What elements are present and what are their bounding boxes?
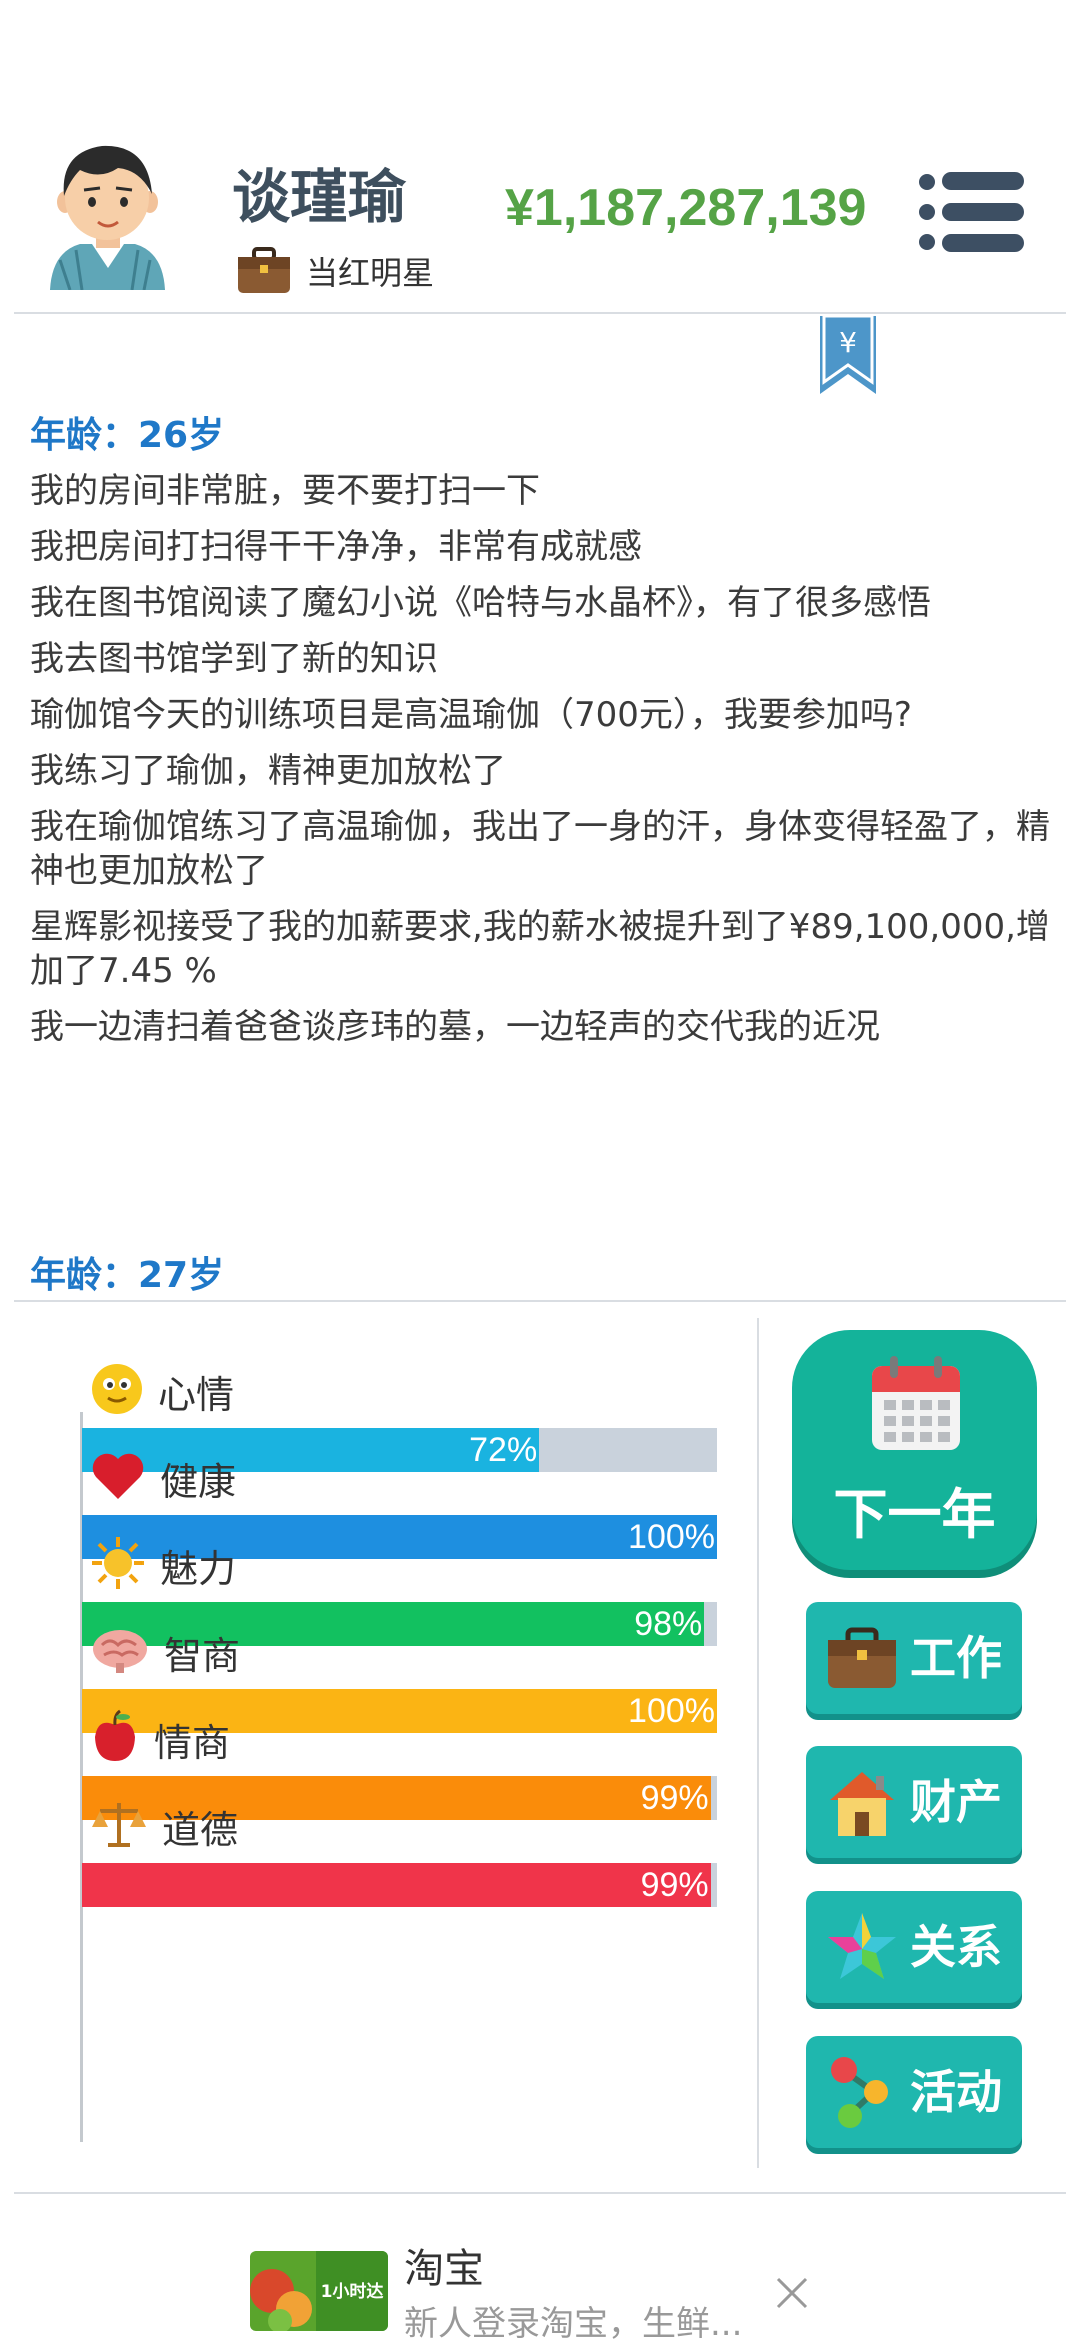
heart-icon	[90, 1449, 146, 1507]
stat-label: 道德	[162, 1807, 239, 1852]
next-age-heading: 年龄：27岁	[30, 1255, 225, 1296]
next-year-label: 下一年	[833, 1483, 996, 1546]
stat-bar-track: 99%	[82, 1863, 717, 1907]
relations-label: 关系	[910, 1920, 1002, 1974]
log-line: 星辉影视接受了我的加薪要求,我的薪水被提升到了¥89,100,000,增加了7.…	[30, 907, 1050, 991]
header-divider	[14, 312, 1066, 314]
ad-banner[interactable]: 1小时达 淘宝 新人登录淘宝，生鲜...	[0, 2196, 1080, 2344]
stat-label-row: 魅力	[90, 1534, 236, 1596]
stat-label-row: 健康	[90, 1447, 236, 1509]
job-title: 当红明星	[306, 254, 435, 292]
ad-image[interactable]: 1小时达	[250, 2251, 388, 2331]
house-icon	[830, 1772, 894, 1836]
ad-image-text: 1小时达	[321, 2281, 384, 2302]
activities-button[interactable]: 活动	[806, 2036, 1022, 2148]
briefcase-icon	[238, 247, 290, 293]
ad-title: 淘宝	[404, 2246, 484, 2292]
work-label: 工作	[910, 1631, 1002, 1685]
stat-label: 魅力	[160, 1546, 237, 1591]
log-line: 我去图书馆学到了新的知识	[30, 639, 438, 679]
log-line: 瑜伽馆今天的训练项目是高温瑜伽（700元），我要参加吗?	[30, 695, 912, 735]
log-line: 我练习了瑜伽，精神更加放松了	[30, 751, 506, 791]
calendar-icon	[872, 1356, 960, 1450]
log-line: 我在瑜伽馆练习了高温瑜伽，我出了一身的汗，身体变得轻盈了，精神也更加放松了	[30, 807, 1050, 891]
close-icon[interactable]	[770, 2271, 814, 2315]
log-line: 我的房间非常脏，要不要打扫一下	[30, 471, 540, 511]
ad-description: 新人登录淘宝，生鲜...	[404, 2304, 743, 2344]
dots-icon	[831, 2057, 888, 2128]
avatar-icon[interactable]	[40, 140, 175, 290]
stat-label-row: 情商	[90, 1708, 230, 1770]
brain-icon	[90, 1625, 150, 1679]
job-row: 当红明星	[236, 245, 434, 297]
stat-label-row: 智商	[90, 1621, 240, 1683]
stat-label: 健康	[160, 1459, 237, 1504]
briefcase-icon	[828, 1627, 896, 1688]
stat-label: 智商	[164, 1633, 241, 1678]
log-line: 我把房间打扫得干干净净，非常有成就感	[30, 527, 642, 567]
log-content: 年龄：26岁 我的房间非常脏，要不要打扫一下 我把房间打扫得干干净净，非常有成就…	[30, 413, 1050, 1061]
property-label: 财产	[910, 1775, 1002, 1829]
property-button[interactable]: 财产	[806, 1746, 1022, 1858]
stat-label-row: 心情	[90, 1360, 234, 1422]
smiley-icon	[90, 1362, 144, 1420]
stat-label: 情商	[154, 1720, 231, 1765]
relations-button[interactable]: 关系	[806, 1891, 1022, 2003]
next-year-button[interactable]: 下一年	[792, 1330, 1037, 1570]
stat-percent: 99%	[640, 1866, 709, 1904]
apple-icon	[90, 1709, 140, 1769]
sun-icon	[90, 1535, 146, 1595]
log-line: 我一边清扫着爸爸谈彦玮的墓，一边轻声的交代我的近况	[30, 1007, 880, 1047]
star-icon	[828, 1913, 896, 1979]
event-log[interactable]: 年龄：26岁 我的房间非常脏，要不要打扫一下 我把房间打扫得干干净净，非常有成就…	[0, 318, 1080, 1318]
ad-divider	[14, 2192, 1066, 2194]
money-balance: ¥1,187,287,139	[505, 179, 867, 237]
activities-label: 活动	[910, 2065, 1002, 2119]
player-name: 谈瑾瑜	[232, 163, 407, 231]
scale-icon	[90, 1799, 148, 1853]
header: 谈瑾瑜 当红明星 ¥1,187,287,139	[0, 0, 1080, 315]
stat-label: 心情	[158, 1372, 235, 1417]
age-heading: 年龄：26岁	[30, 415, 225, 456]
panel-divider	[757, 1318, 759, 2168]
log-line: 我在图书馆阅读了魔幻小说《哈特与水晶杯》，有了很多感悟	[30, 583, 931, 623]
work-button[interactable]: 工作	[806, 1602, 1022, 1714]
stat-label-row: 道德	[90, 1795, 238, 1857]
log-divider	[14, 1300, 1066, 1302]
menu-icon[interactable]	[918, 170, 1028, 254]
